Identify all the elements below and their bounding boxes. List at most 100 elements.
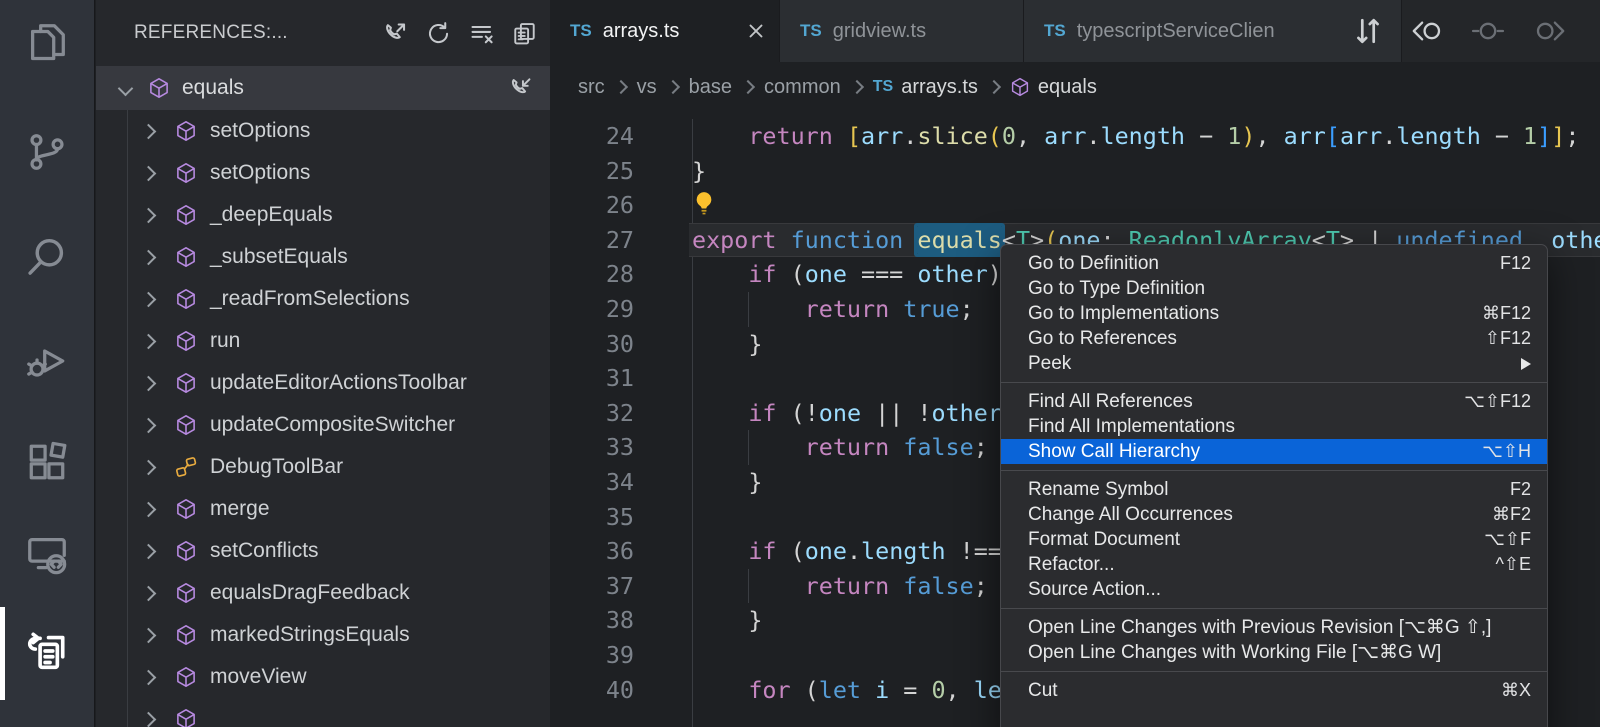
show-outgoing-calls-icon[interactable] <box>382 20 409 47</box>
method-symbol-icon <box>175 330 197 352</box>
tree-item-setOptions[interactable]: setOptions <box>96 152 550 194</box>
menu-item-label: Find All Implementations <box>1028 416 1235 438</box>
tree-item-label: markedStringsEquals <box>210 623 410 647</box>
menu-item-go-to-type-definition[interactable]: Go to Type Definition <box>1001 276 1547 301</box>
chevron-right-icon[interactable] <box>141 375 157 391</box>
code-token: − <box>1185 122 1227 150</box>
tree-item-_deepEquals[interactable]: _deepEquals <box>96 194 550 236</box>
class-symbol-icon <box>175 456 197 478</box>
activity-item-references[interactable] <box>0 619 94 683</box>
vscode-window: REFERENCES:... equals setOptionssetOptio… <box>0 0 1600 727</box>
chevron-right-icon[interactable] <box>141 669 157 685</box>
menu-item-label: Show Call Hierarchy <box>1028 441 1200 463</box>
chevron-down-icon[interactable] <box>118 80 134 96</box>
line-content: return [arr.slice(0, arr.length − 1), ar… <box>692 119 1579 154</box>
chevron-right-icon[interactable] <box>141 585 157 601</box>
menu-item-format-document[interactable]: Format Document⌥⇧F <box>1001 527 1547 552</box>
menu-item-peek[interactable]: Peek <box>1001 351 1547 376</box>
activity-item-source-control[interactable] <box>0 120 94 184</box>
line-number: 26 <box>550 188 692 223</box>
code-token <box>692 676 748 704</box>
code-token: length <box>1396 122 1481 150</box>
tree-item-updateCompositeSwitcher[interactable]: updateCompositeSwitcher <box>96 404 550 446</box>
tab-typescriptServiceClien[interactable]: TStypescriptServiceClien <box>1024 0 1402 62</box>
breadcrumb-item-arrays.ts[interactable]: TSarrays.ts <box>873 76 978 99</box>
previous-reference-icon[interactable] <box>1408 13 1444 49</box>
chevron-right-icon[interactable] <box>141 165 157 181</box>
call-incoming-icon[interactable] <box>508 75 534 101</box>
chevron-right-icon[interactable] <box>141 333 157 349</box>
menu-item-find-all-references[interactable]: Find All References⌥⇧F12 <box>1001 389 1547 414</box>
chevron-right-icon[interactable] <box>141 627 157 643</box>
activity-item-explorer[interactable] <box>0 10 94 74</box>
code-token: return <box>805 572 890 600</box>
tree-item-_subsetEquals[interactable]: _subsetEquals <box>96 236 550 278</box>
menu-item-cut[interactable]: Cut⌘X <box>1001 678 1547 703</box>
chevron-right-icon[interactable] <box>141 501 157 517</box>
menu-item-find-all-implementations[interactable]: Find All Implementations <box>1001 414 1547 439</box>
chevron-right-icon[interactable] <box>141 417 157 433</box>
run-debug-icon <box>24 338 70 384</box>
copy-all-icon[interactable] <box>511 20 538 47</box>
current-reference-icon[interactable] <box>1470 13 1506 49</box>
tab-arrays.ts[interactable]: TSarrays.ts <box>550 0 780 62</box>
tree-root-equals[interactable]: equals <box>96 66 550 110</box>
tab-gridview.ts[interactable]: TSgridview.ts <box>780 0 1024 62</box>
chevron-right-icon[interactable] <box>141 207 157 223</box>
breadcrumb-item-vs[interactable]: vs <box>637 76 657 99</box>
activity-item-extensions[interactable] <box>0 430 94 494</box>
tree-item-DebugToolBar[interactable]: DebugToolBar <box>96 446 550 488</box>
chevron-right-icon[interactable] <box>141 543 157 559</box>
menu-item-label: Format Document <box>1028 529 1180 551</box>
breadcrumb-item-src[interactable]: src <box>578 76 605 99</box>
chevron-right-icon[interactable] <box>141 291 157 307</box>
menu-item-rename-symbol[interactable]: Rename SymbolF2 <box>1001 477 1547 502</box>
tree-item-_readFromSelections[interactable]: _readFromSelections <box>96 278 550 320</box>
menu-item-label: Cut <box>1028 680 1058 702</box>
menu-item-shortcut: ⌥⇧H <box>1462 441 1531 462</box>
tree-item-moveView[interactable]: moveView <box>96 656 550 698</box>
tree-item-merge[interactable]: merge <box>96 488 550 530</box>
tree-item-updateEditorActionsToolbar[interactable]: updateEditorActionsToolbar <box>96 362 550 404</box>
activity-item-search[interactable] <box>0 225 94 289</box>
code-token: ( <box>988 122 1002 150</box>
chevron-right-icon[interactable] <box>141 123 157 139</box>
next-reference-icon[interactable] <box>1533 13 1569 49</box>
chevron-right-icon[interactable] <box>141 249 157 265</box>
breadcrumb-item-common[interactable]: common <box>764 76 841 99</box>
menu-item-refactor[interactable]: Refactor...^⇧E <box>1001 552 1547 577</box>
close-icon[interactable] <box>745 20 767 42</box>
refresh-icon[interactable] <box>425 20 452 47</box>
code-token: ( <box>777 260 805 288</box>
activity-item-remote-explorer[interactable] <box>0 523 94 587</box>
method-symbol-icon <box>175 666 197 688</box>
lightbulb-icon[interactable] <box>691 190 717 216</box>
menu-item-go-to-definition[interactable]: Go to DefinitionF12 <box>1001 251 1547 276</box>
tree-item-equalsDragFeedback[interactable]: equalsDragFeedback <box>96 572 550 614</box>
chevron-right-icon[interactable] <box>141 711 157 727</box>
breadcrumb-item-base[interactable]: base <box>689 76 732 99</box>
tree-item-label: merge <box>210 497 270 521</box>
sidebar-toolbar <box>382 20 538 47</box>
activity-item-run-debug[interactable] <box>0 329 94 393</box>
clear-results-icon[interactable] <box>468 20 495 47</box>
chevron-right-icon[interactable] <box>141 459 157 475</box>
open-changes-icon[interactable] <box>1350 13 1386 49</box>
menu-item-source-action[interactable]: Source Action... <box>1001 577 1547 602</box>
menu-item-show-call-hierarchy[interactable]: Show Call Hierarchy ⌥⇧H <box>1001 439 1547 464</box>
tree-item-markedStringsEquals[interactable]: markedStringsEquals <box>96 614 550 656</box>
tree-item-setOptions[interactable]: setOptions <box>96 110 550 152</box>
menu-item-open-line-changes-with-previous-revision-g[interactable]: Open Line Changes with Previous Revision… <box>1001 615 1547 640</box>
tree-item-partial[interactable] <box>96 698 550 727</box>
code-line-24[interactable]: 24 return [arr.slice(0, arr.length − 1),… <box>550 119 1600 154</box>
tab-label: arrays.ts <box>603 20 680 43</box>
menu-item-go-to-references[interactable]: Go to References⇧F12 <box>1001 326 1547 351</box>
menu-item-change-all-occurrences[interactable]: Change All Occurrences⌘F2 <box>1001 502 1547 527</box>
tree-item-run[interactable]: run <box>96 320 550 362</box>
breadcrumb-item-equals[interactable]: equals <box>1010 76 1097 99</box>
menu-item-go-to-implementations[interactable]: Go to Implementations⌘F12 <box>1001 301 1547 326</box>
menu-item-open-line-changes-with-working-file-g-w[interactable]: Open Line Changes with Working File [⌥⌘G… <box>1001 640 1547 665</box>
code-token: false <box>903 572 973 600</box>
code-line-25[interactable]: 25} <box>550 154 1600 189</box>
tree-item-setConflicts[interactable]: setConflicts <box>96 530 550 572</box>
